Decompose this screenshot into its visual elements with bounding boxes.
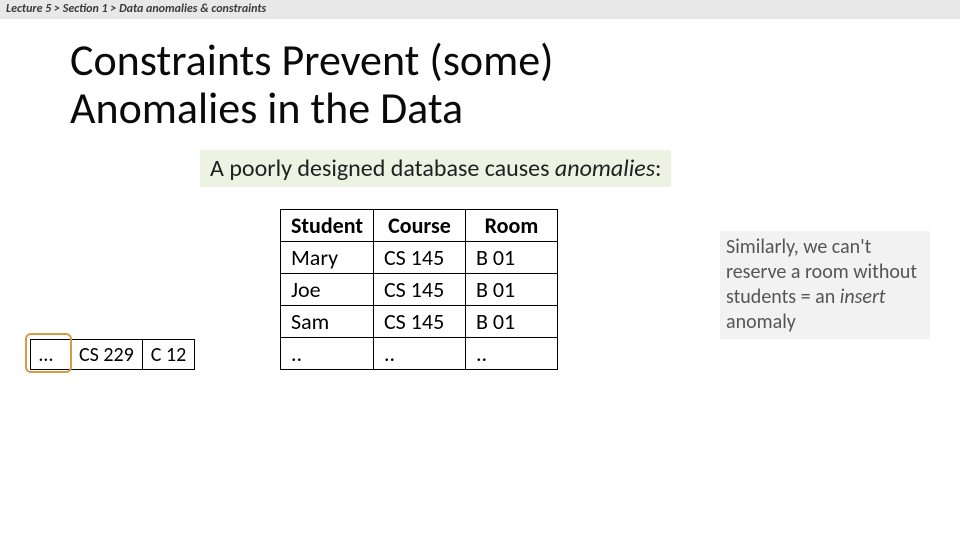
mini-table: … CS 229 C 12 <box>30 339 195 370</box>
page-title: Constraints Prevent (some) Anomalies in … <box>70 37 960 132</box>
side-note: Similarly, we can't reserve a room witho… <box>720 231 930 339</box>
table-header-row: Student Course Room <box>281 210 558 242</box>
subtitle: A poorly designed database causes anomal… <box>200 150 671 187</box>
subtitle-prefix: A poorly designed database causes <box>210 154 555 183</box>
note-text: Similarly, we can't reserve a room witho… <box>726 235 917 309</box>
mini-cell-course: CS 229 <box>71 340 143 370</box>
table-row: .. .. .. <box>281 338 558 370</box>
subtitle-suffix: : <box>655 154 661 183</box>
col-room: Room <box>465 210 557 242</box>
breadcrumb-sep: > <box>110 2 119 16</box>
breadcrumb-lecture: Lecture 5 <box>6 2 51 16</box>
note-em: insert <box>840 285 886 309</box>
col-student: Student <box>281 210 374 242</box>
table-row: Joe CS 145 B 01 <box>281 274 558 306</box>
breadcrumb: Lecture 5 > Section 1 > Data anomalies &… <box>0 0 960 19</box>
breadcrumb-sep: > <box>54 2 63 16</box>
breadcrumb-section: Section 1 <box>63 2 108 16</box>
subtitle-em: anomalies <box>555 154 655 183</box>
mini-cell-room: C 12 <box>142 340 194 370</box>
table-row: Mary CS 145 B 01 <box>281 242 558 274</box>
title-line1: Constraints Prevent (some) <box>70 33 553 87</box>
table-row: Sam CS 145 B 01 <box>281 306 558 338</box>
main-table: Student Course Room Mary CS 145 B 01 Joe… <box>280 209 558 370</box>
content-area: Student Course Room Mary CS 145 B 01 Joe… <box>0 209 960 429</box>
table-row: … CS 229 C 12 <box>31 340 195 370</box>
note-tail: anomaly <box>726 310 796 334</box>
mini-cell-ellipsis: … <box>31 340 71 370</box>
col-course: Course <box>373 210 465 242</box>
title-line2: Anomalies in the Data <box>70 81 463 135</box>
breadcrumb-topic: Data anomalies & constraints <box>119 2 266 16</box>
